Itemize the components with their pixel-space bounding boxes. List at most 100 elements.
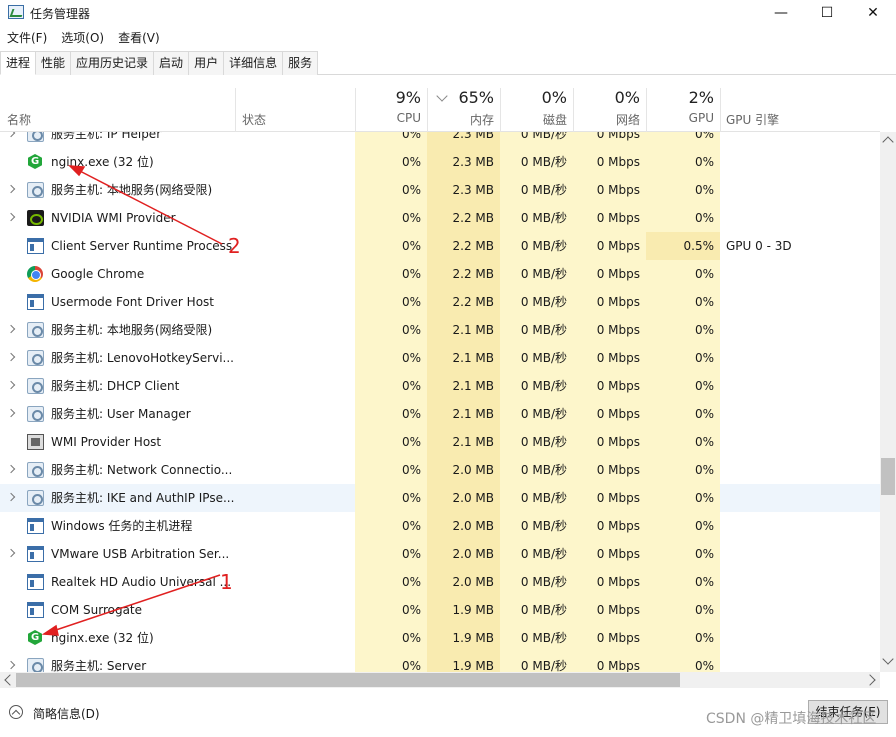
gpu-value: 0% <box>646 540 720 568</box>
memory-value: 2.3 MB <box>427 176 500 204</box>
process-name: WMI Provider Host <box>51 435 162 449</box>
cpu-value: 0% <box>355 344 427 372</box>
network-value: 0 Mbps <box>573 204 646 232</box>
disk-value: 0 MB/秒 <box>500 176 573 204</box>
gpu-value: 0% <box>646 484 720 512</box>
process-row[interactable]: 服务主机: Server 0% 1.9 MB 0 MB/秒 0 Mbps 0% <box>0 652 880 672</box>
gpu-engine-value <box>726 456 876 484</box>
title-bar: 任务管理器 — ☐ ✕ <box>0 0 896 26</box>
expand-chevron-icon[interactable] <box>6 324 16 334</box>
menu-view[interactable]: 查看(V) <box>111 28 167 48</box>
process-row[interactable]: nginx.exe (32 位)0%1.9 MB0 MB/秒0 Mbps0% <box>0 624 880 652</box>
column-disk[interactable]: 0% 磁盘 <box>500 88 573 132</box>
column-status[interactable]: 状态 <box>235 88 355 132</box>
column-status-label: 状态 <box>242 113 267 127</box>
gpu-engine-value <box>726 260 876 288</box>
process-row[interactable]: 服务主机: IKE and AuthIP IPse... 0% 2.0 MB 0 MB… <box>0 484 880 512</box>
expand-chevron-icon[interactable] <box>6 408 16 418</box>
process-row[interactable]: COM Surrogate 0% 1.9 MB 0 MB/秒 0 Mbps 0% <box>0 596 880 624</box>
process-row[interactable]: 服务主机: DHCP Client 0% 2.1 MB 0 MB/秒 0 Mbps 0% <box>0 372 880 400</box>
gpu-engine-value <box>726 316 876 344</box>
expand-chevron-icon[interactable] <box>6 492 16 502</box>
tab-performance[interactable]: 性能 <box>35 51 72 75</box>
maximize-button[interactable]: ☐ <box>804 0 850 26</box>
network-value: 0 Mbps <box>573 540 646 568</box>
expand-chevron-icon[interactable] <box>6 464 16 474</box>
menu-file[interactable]: 文件(F) <box>0 28 54 48</box>
gpu-engine-value <box>726 344 876 372</box>
expand-chevron-icon[interactable] <box>6 660 16 670</box>
process-name: 服务主机: User Manager <box>51 407 191 421</box>
process-row[interactable]: WMI Provider Host 0% 2.1 MB 0 MB/秒 0 Mbps 0% <box>0 428 880 456</box>
expand-chevron-icon[interactable] <box>6 352 16 362</box>
tab-users[interactable]: 用户 <box>188 51 225 75</box>
tab-services[interactable]: 服务 <box>282 51 319 75</box>
column-cpu[interactable]: 9% CPU <box>355 88 427 132</box>
process-row[interactable]: Realtek HD Audio Universal ... 0% 2.0 MB 0 … <box>0 568 880 596</box>
memory-value: 2.0 MB <box>427 456 500 484</box>
expand-chevron-icon[interactable] <box>6 380 16 390</box>
tab-processes[interactable]: 进程 <box>0 51 37 75</box>
memory-value: 1.9 MB <box>427 624 500 652</box>
fewer-details-link[interactable]: 简略信息(D) <box>33 705 100 722</box>
menu-options[interactable]: 选项(O) <box>54 28 111 48</box>
vertical-scroll-thumb[interactable] <box>881 458 895 495</box>
process-name: 服务主机: Network Connectio... <box>51 463 233 477</box>
process-row[interactable]: 服务主机: Network Connectio... 0% 2.0 MB 0 MB/秒… <box>0 456 880 484</box>
process-row[interactable]: Google Chrome 0% 2.2 MB 0 MB/秒 0 Mbps 0% <box>0 260 880 288</box>
vertical-scrollbar[interactable] <box>880 132 896 672</box>
process-row[interactable]: nginx.exe (32 位)0%2.3 MB0 MB/秒0 Mbps0% <box>0 148 880 176</box>
process-row[interactable]: 服务主机: User Manager 0% 2.1 MB 0 MB/秒 0 Mbps 0% <box>0 400 880 428</box>
process-row[interactable]: 服务主机: 本地服务(网络受限) 0% 2.1 MB 0 MB/秒 0 Mbps 0% <box>0 316 880 344</box>
wmi-icon <box>27 434 44 450</box>
process-row[interactable]: Usermode Font Driver Host 0% 2.2 MB 0 MB/秒 0… <box>0 288 880 316</box>
horizontal-scroll-thumb[interactable] <box>16 673 680 687</box>
gpu-engine-label: GPU 引擎 <box>726 113 780 127</box>
gpu-engine-value <box>726 596 876 624</box>
cpu-value: 0% <box>355 652 427 672</box>
network-value: 0 Mbps <box>573 400 646 428</box>
process-row[interactable]: 服务主机: IP Helper 0% 2.3 MB 0 MB/秒 0 Mbps 0% <box>0 132 880 148</box>
minimize-button[interactable]: — <box>758 0 804 26</box>
expand-chevron-icon[interactable] <box>6 548 16 558</box>
memory-value: 2.1 MB <box>427 400 500 428</box>
tab-details[interactable]: 详细信息 <box>223 51 284 75</box>
process-name: nginx.exe (32 位) <box>51 631 154 645</box>
gear-icon <box>27 132 44 142</box>
gpu-value: 0% <box>646 400 720 428</box>
cpu-value: 0% <box>355 540 427 568</box>
column-name[interactable]: 名称 <box>0 88 235 132</box>
gpu-value: 0% <box>646 624 720 652</box>
expand-chevron-icon[interactable] <box>6 132 16 138</box>
tab-startup[interactable]: 启动 <box>153 51 190 75</box>
tab-app-history[interactable]: 应用历史记录 <box>70 51 155 75</box>
gpu-engine-value <box>726 484 876 512</box>
process-row[interactable]: NVIDIA WMI Provider 0% 2.2 MB 0 MB/秒 0 Mbps 0… <box>0 204 880 232</box>
menu-bar: 文件(F) 选项(O) 查看(V) <box>0 28 167 48</box>
process-row[interactable]: 服务主机: LenovoHotkeyServi... 0% 2.1 MB 0 MB/秒… <box>0 344 880 372</box>
cpu-value: 0% <box>355 400 427 428</box>
collapse-details-icon[interactable] <box>9 705 23 719</box>
process-row[interactable]: Client Server Runtime Process 0% 2.2 MB 0 M… <box>0 232 880 260</box>
expand-chevron-icon[interactable] <box>6 184 16 194</box>
expand-chevron-icon[interactable] <box>6 212 16 222</box>
memory-value: 2.3 MB <box>427 148 500 176</box>
close-button[interactable]: ✕ <box>850 0 896 26</box>
gpu-value: 0% <box>646 288 720 316</box>
disk-value: 0 MB/秒 <box>500 456 573 484</box>
process-row[interactable]: 服务主机: 本地服务(网络受限) 0% 2.3 MB 0 MB/秒 0 Mbps 0% <box>0 176 880 204</box>
gpu-value: 0% <box>646 132 720 148</box>
column-gpu-engine[interactable]: GPU 引擎 <box>720 88 880 132</box>
column-gpu[interactable]: 2% GPU <box>646 88 720 132</box>
cpu-value: 0% <box>355 176 427 204</box>
gpu-value: 0% <box>646 428 720 456</box>
process-row[interactable]: Windows 任务的主机进程 0% 2.0 MB 0 MB/秒 0 Mbps 0% <box>0 512 880 540</box>
column-network[interactable]: 0% 网络 <box>573 88 646 132</box>
disk-value: 0 MB/秒 <box>500 400 573 428</box>
memory-value: 2.0 MB <box>427 568 500 596</box>
process-row[interactable]: VMware USB Arbitration Ser... 0% 2.0 MB 0 M… <box>0 540 880 568</box>
gpu-engine-value <box>726 148 876 176</box>
gpu-engine-value <box>726 624 876 652</box>
csdn-watermark: CSDN @精卫填海技术社区 <box>706 711 877 727</box>
process-name: VMware USB Arbitration Ser... <box>51 547 230 561</box>
